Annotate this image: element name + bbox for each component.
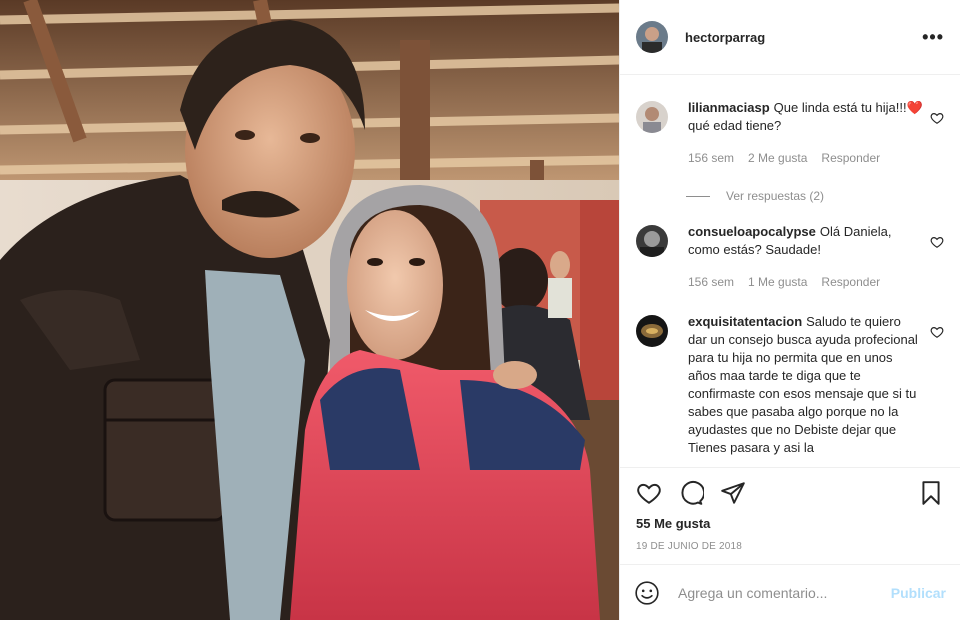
likes-count[interactable]: 55 Me gusta xyxy=(636,516,944,531)
photo-illustration xyxy=(0,0,619,620)
view-replies-button[interactable]: Ver respuestas (2) xyxy=(686,189,944,203)
comment-time: 156 sem xyxy=(688,275,735,289)
post-date: 19 DE JUNIO DE 2018 xyxy=(636,541,743,552)
comment-item: lilianmaciasp Que linda está tu hija!!!❤️… xyxy=(636,99,944,167)
author-avatar[interactable] xyxy=(636,21,668,53)
comment-input[interactable] xyxy=(676,583,891,602)
instagram-post-view: hectorparrag ••• lilianmaciasp Que linda … xyxy=(0,0,960,620)
comment-username[interactable]: lilianmaciasp xyxy=(688,100,770,115)
post-photo[interactable] xyxy=(0,0,619,620)
comment-time: 156 sem xyxy=(688,151,735,165)
reply-button[interactable]: Responder xyxy=(821,149,880,167)
post-header: hectorparrag ••• xyxy=(620,0,960,75)
comment-bubble-icon[interactable] xyxy=(678,480,704,506)
post-sidebar: hectorparrag ••• lilianmaciasp Que linda … xyxy=(619,0,960,620)
reply-button[interactable]: Responder xyxy=(821,273,880,291)
comment-avatar[interactable] xyxy=(636,315,668,347)
comment-username[interactable]: exquisitatentacion xyxy=(688,314,802,329)
comment-body: consueloapocalypse Olá Daniela, como está… xyxy=(688,223,923,291)
author-username[interactable]: hectorparrag xyxy=(685,30,922,45)
add-comment-bar: Publicar xyxy=(620,564,960,620)
like-heart-icon[interactable] xyxy=(636,480,662,506)
post-actions: 55 Me gusta 19 DE JUNIO DE 2018 xyxy=(620,467,960,564)
bookmark-icon[interactable] xyxy=(918,480,944,506)
comment-likes[interactable]: 1 Me gusta xyxy=(748,273,807,291)
heart-icon[interactable] xyxy=(930,235,944,249)
comment-body: exquisitatentacion Saludo te quiero dar u… xyxy=(688,313,923,457)
comment-avatar[interactable] xyxy=(636,101,668,133)
action-icons xyxy=(636,480,944,506)
comment-meta: 156 sem 2 Me gusta Responder xyxy=(688,149,923,167)
comment-avatar[interactable] xyxy=(636,225,668,257)
view-replies-label: Ver respuestas (2) xyxy=(726,189,825,203)
comment-text: Saludo te quiero dar un consejo busca ay… xyxy=(688,314,918,455)
share-paper-plane-icon[interactable] xyxy=(720,480,746,506)
publish-button[interactable]: Publicar xyxy=(891,585,946,601)
comment-meta: 156 sem 1 Me gusta Responder xyxy=(688,273,923,291)
comment-likes[interactable]: 2 Me gusta xyxy=(748,149,807,167)
replies-line xyxy=(686,195,710,197)
heart-icon[interactable] xyxy=(930,111,944,125)
heart-icon[interactable] xyxy=(930,325,944,339)
comment-item: consueloapocalypse Olá Daniela, como está… xyxy=(636,223,944,291)
emoji-icon[interactable] xyxy=(634,580,660,606)
more-options-icon[interactable]: ••• xyxy=(922,27,944,48)
comment-username[interactable]: consueloapocalypse xyxy=(688,224,816,239)
comment-item: exquisitatentacion Saludo te quiero dar u… xyxy=(636,313,944,457)
comment-body: lilianmaciasp Que linda está tu hija!!!❤️… xyxy=(688,99,923,167)
comments-list[interactable]: lilianmaciasp Que linda está tu hija!!!❤️… xyxy=(620,75,960,467)
